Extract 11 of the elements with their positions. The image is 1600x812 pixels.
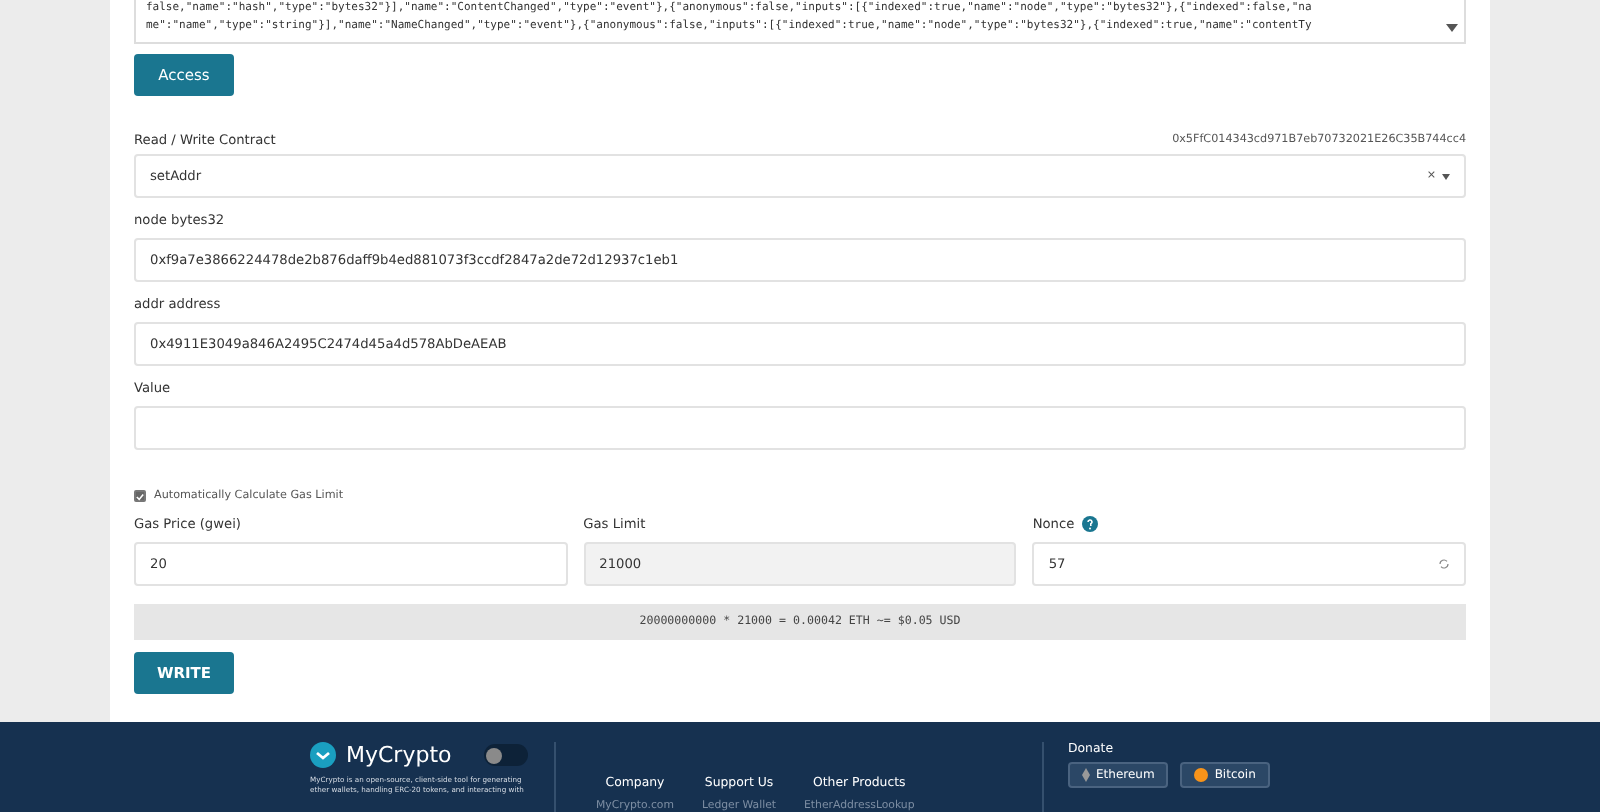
refresh-icon[interactable] bbox=[1438, 558, 1450, 570]
coin-icon bbox=[1194, 768, 1209, 782]
help-icon[interactable] bbox=[1082, 516, 1099, 532]
logo-icon bbox=[310, 742, 336, 768]
brand-name: MyCrypto bbox=[346, 742, 452, 768]
scroll-down-icon[interactable] bbox=[1446, 24, 1458, 34]
input-field[interactable] bbox=[134, 406, 1466, 450]
caret-icon[interactable] bbox=[1442, 173, 1450, 179]
theme-toggle[interactable] bbox=[483, 744, 528, 766]
checkbox[interactable] bbox=[134, 490, 146, 502]
diamond-icon bbox=[1082, 768, 1090, 782]
